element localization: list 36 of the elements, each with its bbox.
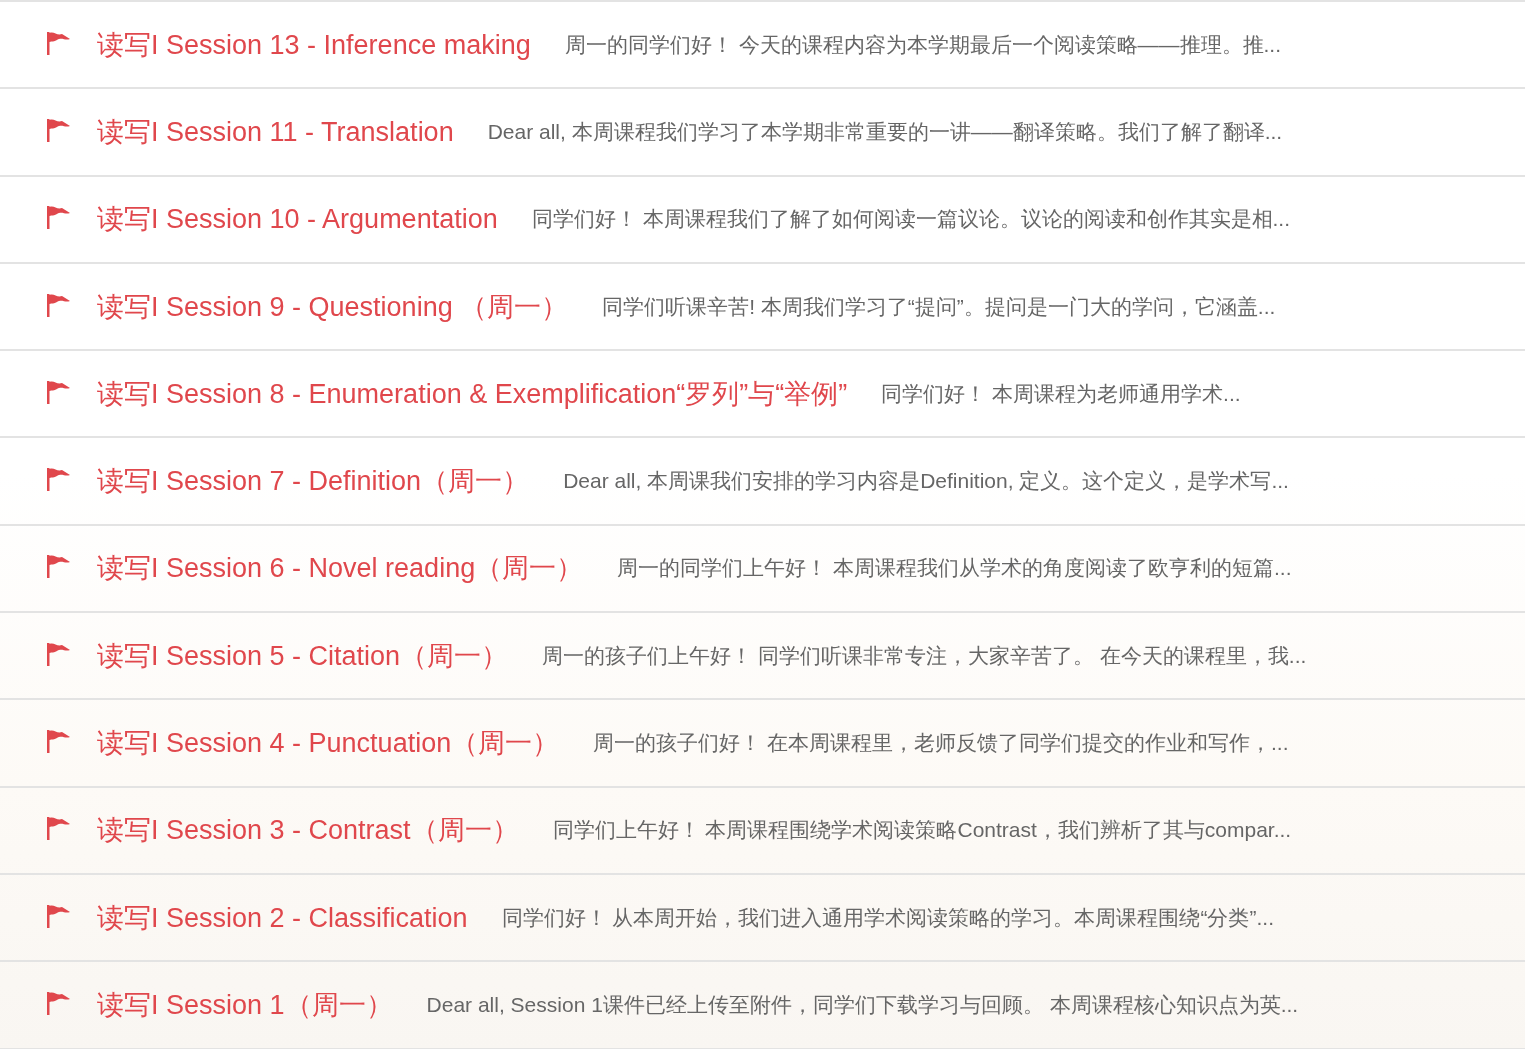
flag-icon <box>45 641 71 666</box>
post-title-link[interactable]: 读写I Session 8 - Enumeration & Exemplification“罗列”与“举例” <box>97 375 848 412</box>
flag-icon <box>45 990 71 1015</box>
post-title-link[interactable]: 读写I Session 10 - Argumentation <box>97 201 498 238</box>
flag-icon <box>45 117 71 142</box>
post-summary[interactable]: Dear all, 本周课程我们学习了本学期非常重要的一讲——翻译策略。我们了解了翻译... <box>487 117 1283 146</box>
flag-icon <box>45 816 71 841</box>
post-title-link[interactable]: 读写I Session 11 - Translation <box>97 113 454 150</box>
flag-icon <box>45 903 71 928</box>
post-title-link[interactable]: 读写I Session 1（周一） <box>97 986 393 1023</box>
post-summary[interactable]: 周一的同学们好！ 今天的课程内容为本学期最后一个阅读策略——推理。推... <box>564 30 1282 59</box>
post-summary[interactable]: 同学们好！ 从本周开始，我们进入通用学术阅读策略的学习。本周课程围绕“分类”... <box>501 903 1274 932</box>
post-title-link[interactable]: 读写I Session 2 - Classification <box>97 899 468 936</box>
flag-icon <box>45 30 71 55</box>
post-title-link[interactable]: 读写I Session 4 - Punctuation（周一） <box>97 725 560 761</box>
flag-icon <box>45 379 71 404</box>
post-summary[interactable]: 周一的孩子们上午好！ 同学们听课非常专注，大家辛苦了。 在今天的课程里，我... <box>542 641 1307 670</box>
flag-icon <box>45 292 71 317</box>
flag-icon <box>45 554 71 579</box>
post-title-link[interactable]: 读写I Session 6 - Novel reading（周一） <box>97 550 584 587</box>
flag-icon <box>45 205 71 230</box>
post-title-link[interactable]: 读写I Session 5 - Citation（周一） <box>97 637 509 674</box>
post-summary[interactable]: 同学们听课辛苦! 本周我们学习了“提问”。提问是一门大的学问，它涵盖... <box>602 292 1276 321</box>
post-summary[interactable]: 同学们上午好！ 本周课程围绕学术阅读策略Contrast，我们辨析了其与compar... <box>552 816 1292 845</box>
post-summary[interactable]: Dear all, Session 1课件已经上传至附件，同学们下载学习与回顾。 本周课程核心知识点为英... <box>426 990 1299 1019</box>
flag-icon <box>45 467 71 492</box>
post-summary[interactable]: 周一的孩子们好！ 在本周课程里，老师反馈了同学们提交的作业和写作，... <box>593 729 1289 757</box>
post-title-link[interactable]: 读写I Session 7 - Definition（周一） <box>97 463 530 500</box>
post-summary[interactable]: 周一的同学们上午好！ 本周课程我们从学术的角度阅读了欧亨利的短篇... <box>617 554 1292 583</box>
post-title-link[interactable]: 读写I Session 13 - Inference making <box>97 26 531 63</box>
post-title-link[interactable]: 读写I Session 9 - Questioning （周一） <box>97 288 569 325</box>
post-summary[interactable]: Dear all, 本周课我们安排的学习内容是Definition, 定义。这个定义，是学术写... <box>563 467 1289 496</box>
flag-icon <box>45 729 71 753</box>
post-summary[interactable]: 同学们好！ 本周课程我们了解了如何阅读一篇议论。议论的阅读和创作其实是相... <box>531 205 1291 234</box>
post-title-link[interactable]: 读写I Session 3 - Contrast（周一） <box>97 812 519 849</box>
post-summary[interactable]: 同学们好！ 本周课程为老师通用学术... <box>881 379 1241 408</box>
